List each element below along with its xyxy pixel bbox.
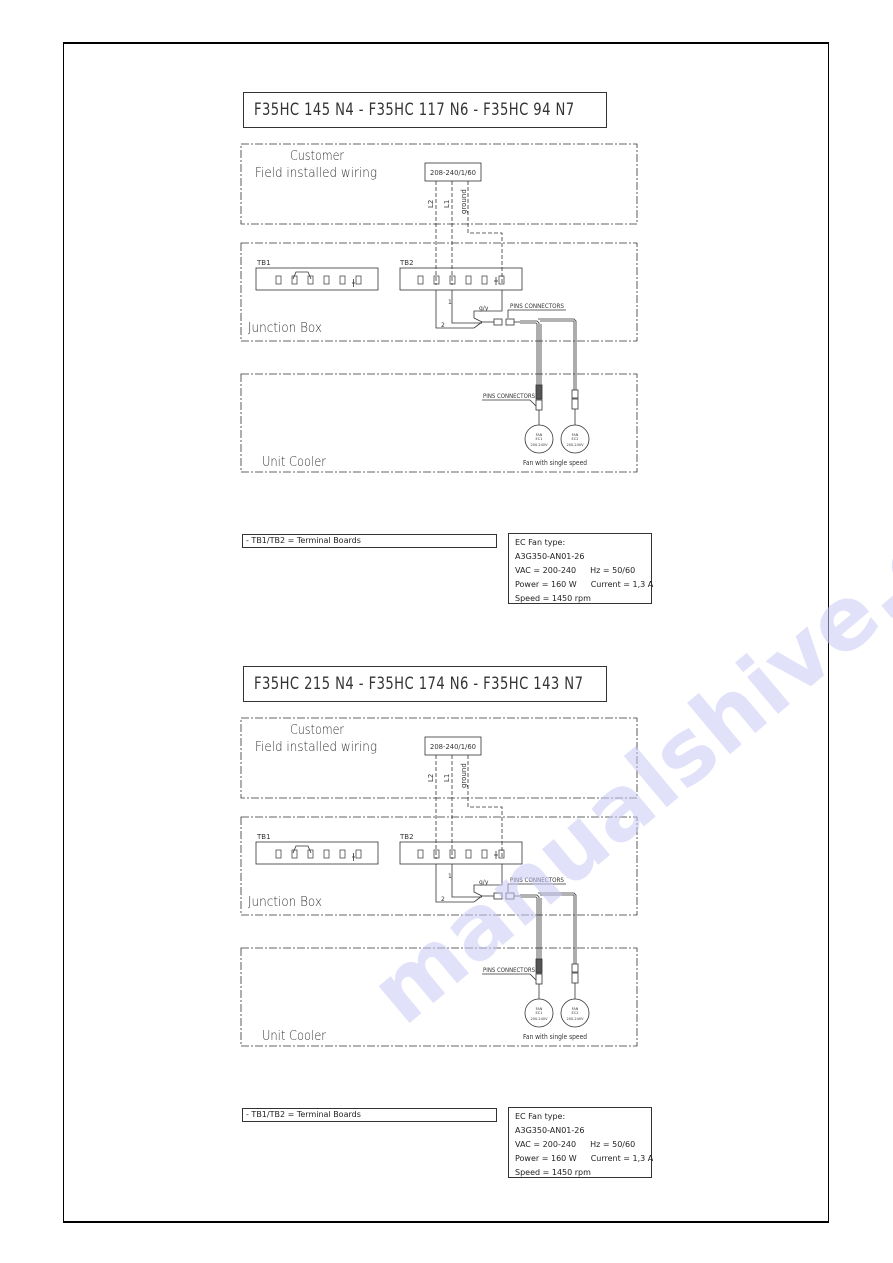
pins-connectors-label-uc: PINS CONNECTORS bbox=[483, 392, 535, 400]
wire-label-l2: L2 bbox=[427, 774, 435, 782]
spec-power: Power = 160 W bbox=[515, 1154, 577, 1163]
fan-cable-2 bbox=[538, 892, 577, 964]
fan-caption: Fan with single speed bbox=[523, 1033, 587, 1041]
tb2-label: TB2 bbox=[399, 833, 414, 841]
fan-ec1-l2: EC1 bbox=[536, 437, 543, 441]
legend-box: - TB1/TB2 = Terminal Boards bbox=[242, 1108, 497, 1122]
wire-label-l1: L1 bbox=[443, 200, 451, 208]
wire-number-2: 2 bbox=[441, 896, 445, 903]
ground-symbol-icon bbox=[352, 851, 498, 861]
fan-ec1-l3: 200-240V bbox=[530, 443, 548, 447]
wire-label-l2: L2 bbox=[427, 200, 435, 208]
pins-connectors-leader-jb bbox=[507, 883, 566, 892]
spec-fan-type: EC Fan type: bbox=[515, 538, 566, 547]
pin-connector-jb-1 bbox=[493, 318, 503, 326]
pin-connector-jb-1 bbox=[493, 892, 503, 900]
tb1-terminals bbox=[275, 275, 362, 285]
field-wiring-label: Field installed wiring bbox=[255, 166, 377, 181]
wire-gy-label: g/y bbox=[479, 305, 489, 312]
pins-connectors-label-jb: PINS CONNECTORS bbox=[510, 302, 564, 310]
fan-ec2-l2: EC2 bbox=[572, 1011, 579, 1015]
internal-wire-1 bbox=[451, 290, 482, 324]
field-wiring-label: Field installed wiring bbox=[255, 740, 377, 755]
ground-symbol-icon bbox=[352, 277, 498, 287]
wire-number-1: 1 bbox=[448, 873, 452, 880]
legend-text: - TB1/TB2 = Terminal Boards bbox=[246, 1110, 361, 1119]
spec-current: Current = 1,3 A bbox=[590, 1154, 654, 1163]
tb1-label: TB1 bbox=[256, 833, 271, 841]
wiring-diagram-section: F35HC 145 N4 - F35HC 117 N6 - F35HC 94 N… bbox=[0, 0, 893, 604]
supply-voltage-label: 208-240/1/60 bbox=[430, 743, 476, 751]
terminal-board-tb1 bbox=[255, 841, 379, 865]
pins-connectors-leader-jb bbox=[507, 309, 566, 318]
wire-number-2: 2 bbox=[441, 322, 445, 329]
spec-hz: Hz = 50/60 bbox=[590, 1140, 636, 1149]
wire-label-l1: L1 bbox=[443, 774, 451, 782]
wire-number-1: 1 bbox=[448, 299, 452, 306]
pin-connector-uc-2 bbox=[571, 963, 579, 973]
fan-ec1-l3: 200-240V bbox=[530, 1017, 548, 1021]
wire-ground bbox=[467, 755, 503, 859]
wire-label-ground: ground bbox=[460, 763, 468, 788]
tb1-terminals bbox=[275, 849, 362, 859]
junction-box-label: Junction Box bbox=[248, 321, 322, 336]
junction-box-label: Junction Box bbox=[248, 895, 322, 910]
spec-model: A3G350-AN01-26 bbox=[515, 552, 585, 561]
spec-voltage-row: VAC = 200-240 Hz = 50/60 bbox=[515, 1138, 651, 1152]
fan-ec2-l2: EC2 bbox=[572, 437, 579, 441]
pins-connectors-leader-uc bbox=[482, 973, 537, 981]
spec-vac: VAC = 200-240 bbox=[515, 1140, 577, 1149]
tb1-label: TB1 bbox=[256, 259, 271, 267]
legend-box: - TB1/TB2 = Terminal Boards bbox=[242, 534, 497, 548]
fan-cable-1 bbox=[520, 894, 540, 959]
pins-connectors-label-uc: PINS CONNECTORS bbox=[483, 966, 535, 974]
tb2-terminals bbox=[417, 275, 505, 285]
fan-caption: Fan with single speed bbox=[523, 459, 587, 467]
wire-ground bbox=[467, 181, 503, 285]
pins-connectors-label-jb: PINS CONNECTORS bbox=[510, 876, 564, 884]
wiring-diagram-section: F35HC 215 N4 - F35HC 174 N6 - F35HC 143 … bbox=[0, 574, 893, 1178]
wiring-diagram: Customer Field installed wiring 208-240/… bbox=[240, 717, 638, 1047]
tb2-label: TB2 bbox=[399, 259, 414, 267]
fan-ec2-l3: 200-240V bbox=[566, 1017, 584, 1021]
spec-fan-type: EC Fan type: bbox=[515, 1112, 566, 1121]
spec-speed: Speed = 1450 rpm bbox=[515, 1168, 591, 1177]
customer-label: Customer bbox=[290, 723, 345, 738]
unit-cooler-label: Unit Cooler bbox=[262, 455, 327, 470]
spec-model: A3G350-AN01-26 bbox=[515, 1126, 585, 1135]
pin-connector-uc-1 bbox=[535, 384, 543, 400]
internal-wire-1 bbox=[451, 864, 482, 898]
fan-cable-2 bbox=[538, 318, 577, 390]
spec-power-row: Power = 160 W Current = 1,3 A bbox=[515, 1152, 654, 1166]
wire-label-ground: ground bbox=[460, 189, 468, 214]
unit-cooler-label: Unit Cooler bbox=[262, 1029, 327, 1044]
pins-connectors-leader-uc bbox=[482, 399, 537, 407]
wire-gy-label: g/y bbox=[479, 879, 489, 886]
wiring-diagram: Customer Field installed wiring 208-240/… bbox=[240, 143, 638, 473]
legend-text: - TB1/TB2 = Terminal Boards bbox=[246, 536, 361, 545]
fan-cable-1 bbox=[520, 320, 540, 385]
pin-connector-uc-1 bbox=[535, 958, 543, 974]
pin-connector-jb-2 bbox=[505, 318, 515, 326]
tb2-terminals bbox=[417, 849, 505, 859]
fan-ec2-l3: 200-240V bbox=[566, 443, 584, 447]
terminal-board-tb1 bbox=[255, 267, 379, 291]
supply-voltage-label: 208-240/1/60 bbox=[430, 169, 476, 177]
customer-label: Customer bbox=[290, 149, 345, 164]
pin-connector-jb-2 bbox=[505, 892, 515, 900]
fan-ec1-l2: EC1 bbox=[536, 1011, 543, 1015]
pin-connector-uc-2 bbox=[571, 389, 579, 399]
fan-spec-box: EC Fan type: A3G350-AN01-26 VAC = 200-24… bbox=[508, 1107, 654, 1178]
